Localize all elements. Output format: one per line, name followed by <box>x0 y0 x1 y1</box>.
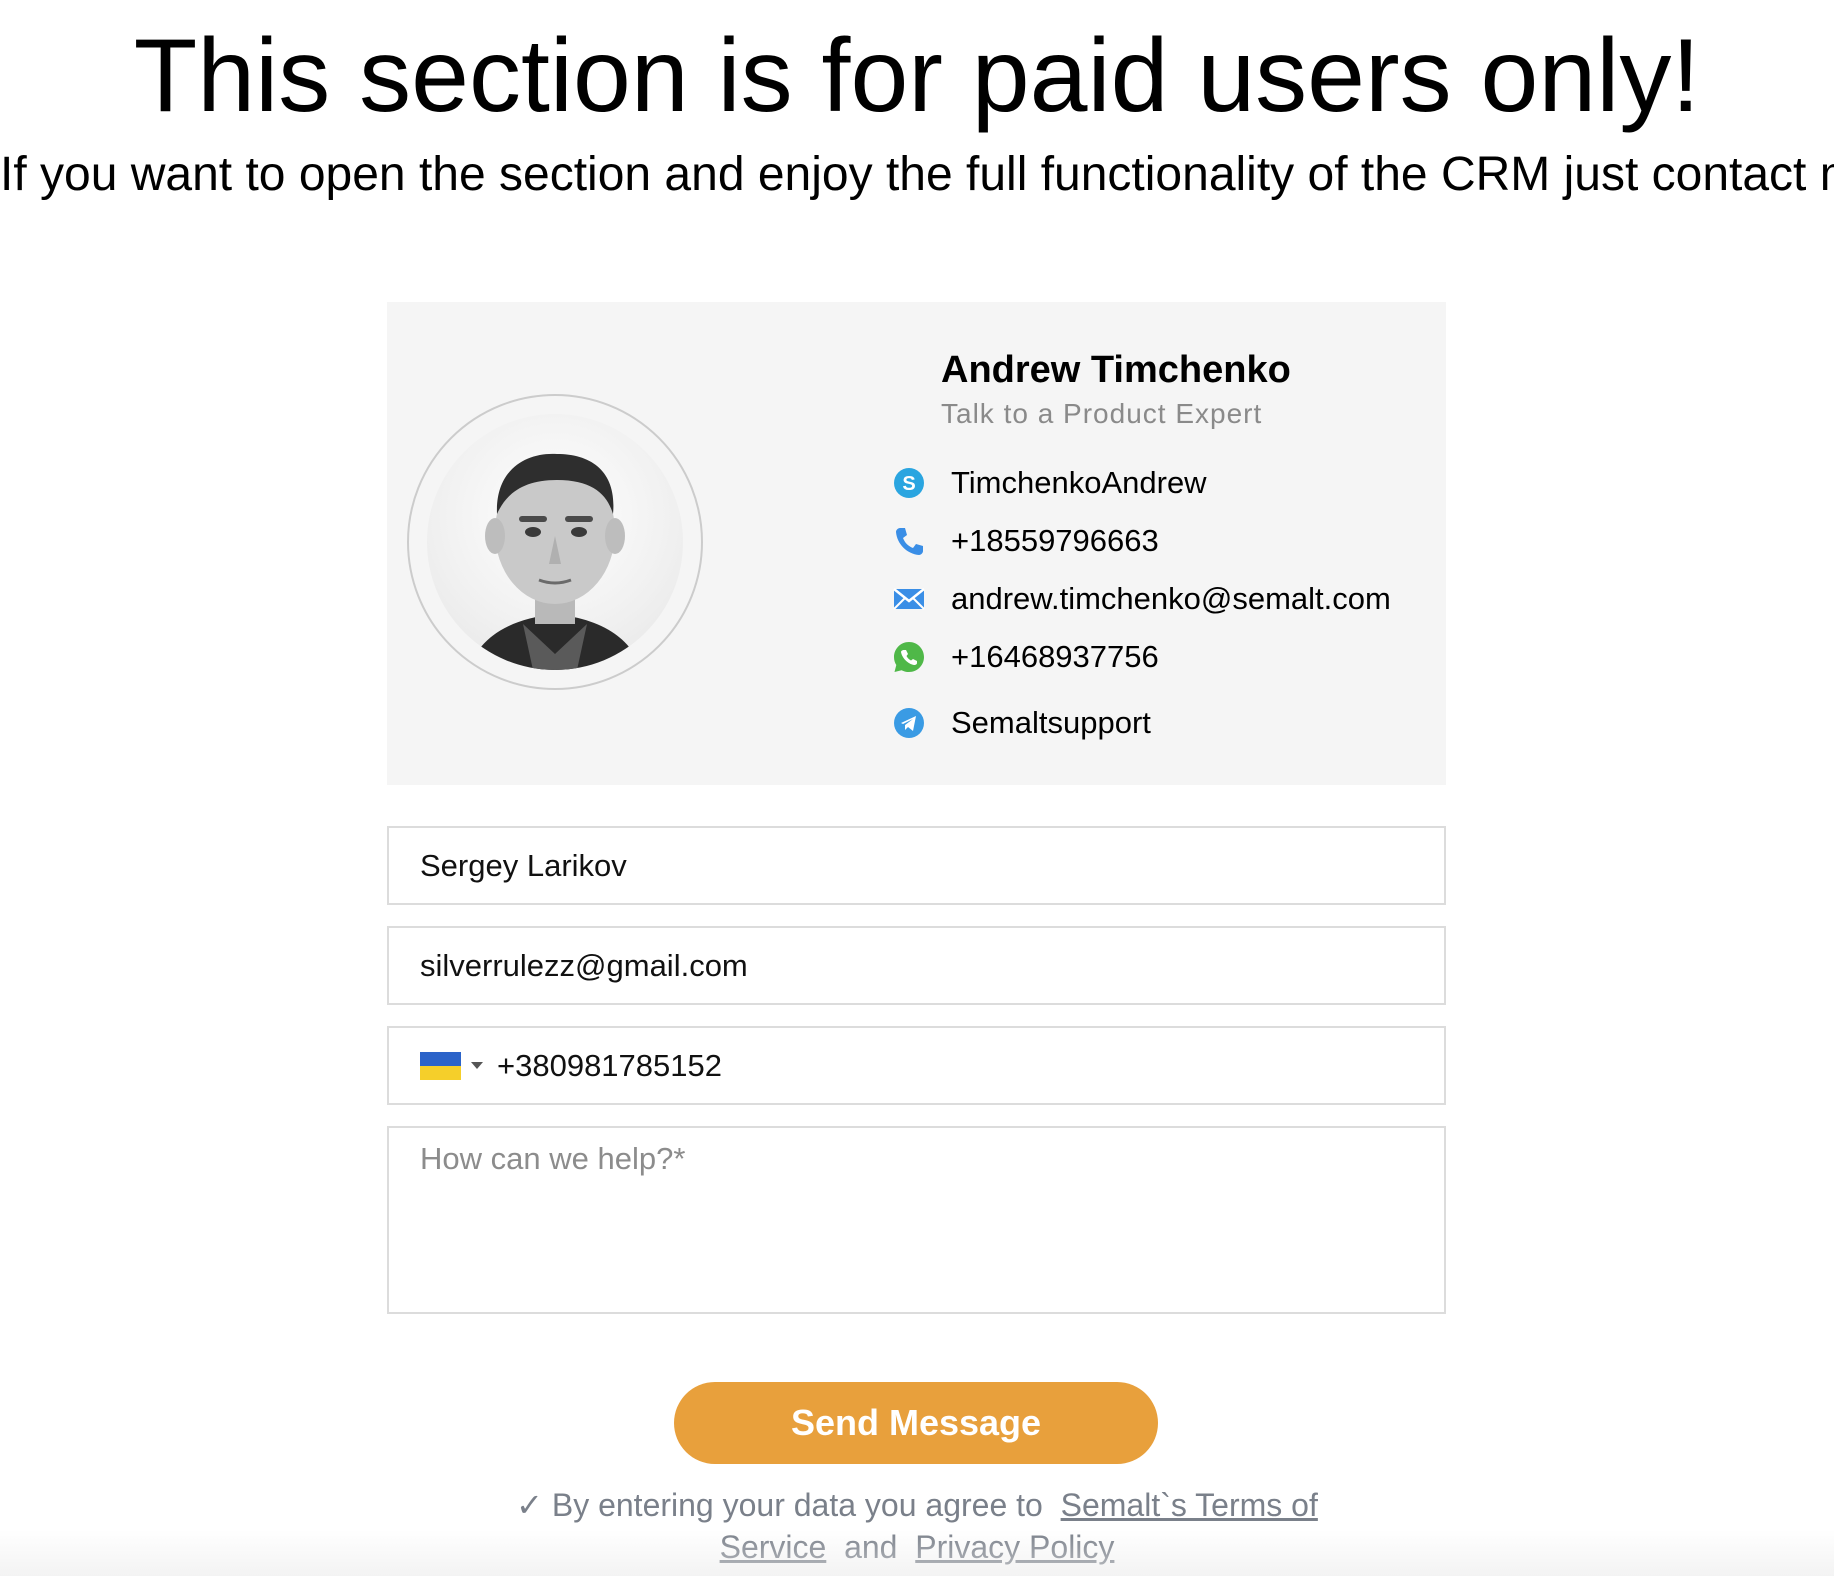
name-field-value: Sergey Larikov <box>420 847 627 883</box>
phone-icon <box>891 523 927 559</box>
skype-icon: S <box>891 465 927 501</box>
contact-item-email[interactable]: andrew.timchenko@semalt.com <box>891 570 1431 628</box>
contact-info: Andrew Timchenko Talk to a Product Exper… <box>891 348 1431 752</box>
contact-list: S TimchenkoAndrew +18559796663 andrew.ti… <box>891 454 1431 752</box>
avatar-portrait-icon <box>467 453 643 670</box>
phone-field[interactable]: +380981785152 <box>387 1026 1446 1105</box>
contact-role: Talk to a Product Expert <box>941 397 1263 429</box>
message-placeholder: How can we help?* <box>420 1141 686 1176</box>
email-field-value: silverrulezz@gmail.com <box>420 947 748 983</box>
contact-item-skype[interactable]: S TimchenkoAndrew <box>891 454 1431 512</box>
contact-email-value: andrew.timchenko@semalt.com <box>951 580 1391 616</box>
name-field[interactable]: Sergey Larikov <box>387 826 1446 905</box>
contact-item-telegram[interactable]: Semaltsupport <box>891 694 1431 752</box>
email-field[interactable]: silverrulezz@gmail.com <box>387 926 1446 1005</box>
terms-of-service-link[interactable]: Semalt`s Terms of <box>1061 1487 1318 1523</box>
page-subtitle: If you want to open the section and enjo… <box>0 148 1834 201</box>
contact-item-phone[interactable]: +18559796663 <box>891 512 1431 570</box>
whatsapp-icon <box>891 639 927 675</box>
page-title: This section is for paid users only! <box>133 18 1701 134</box>
message-textarea[interactable]: How can we help?* <box>387 1126 1446 1314</box>
paid-section-page: This section is for paid users only! If … <box>0 0 1834 1576</box>
contact-skype-value: TimchenkoAndrew <box>951 464 1207 500</box>
agreement-and: and <box>844 1529 898 1565</box>
contact-telegram-value: Semaltsupport <box>951 704 1151 740</box>
send-message-button[interactable]: Send Message <box>674 1382 1158 1464</box>
contact-whatsapp-value: +16468937756 <box>951 638 1159 674</box>
svg-text:S: S <box>902 473 915 495</box>
contact-name: Andrew Timchenko <box>941 349 1291 391</box>
telegram-icon <box>891 705 927 741</box>
contact-form: Sergey Larikov silverrulezz@gmail.com +3… <box>387 826 1446 1314</box>
avatar <box>427 414 683 670</box>
contact-card: Andrew Timchenko Talk to a Product Exper… <box>387 302 1446 785</box>
agreement-line-1: ✓ By entering your data you agree to Sem… <box>0 1484 1834 1568</box>
phone-field-value: +380981785152 <box>497 1047 722 1083</box>
avatar-frame <box>407 394 703 690</box>
email-icon <box>891 581 927 617</box>
agreement-note: ✓ By entering your data you agree to Sem… <box>0 1484 1834 1568</box>
contact-item-whatsapp[interactable]: +16468937756 <box>891 628 1431 686</box>
terms-of-service-link-continued[interactable]: Service <box>720 1529 827 1565</box>
country-dropdown-caret-icon[interactable] <box>471 1062 483 1069</box>
privacy-policy-link[interactable]: Privacy Policy <box>915 1529 1114 1565</box>
ukraine-flag-icon[interactable] <box>420 1051 461 1080</box>
check-icon: ✓ <box>516 1487 543 1523</box>
contact-phone-value: +18559796663 <box>951 522 1159 558</box>
agreement-text: By entering your data you agree to <box>551 1487 1043 1523</box>
